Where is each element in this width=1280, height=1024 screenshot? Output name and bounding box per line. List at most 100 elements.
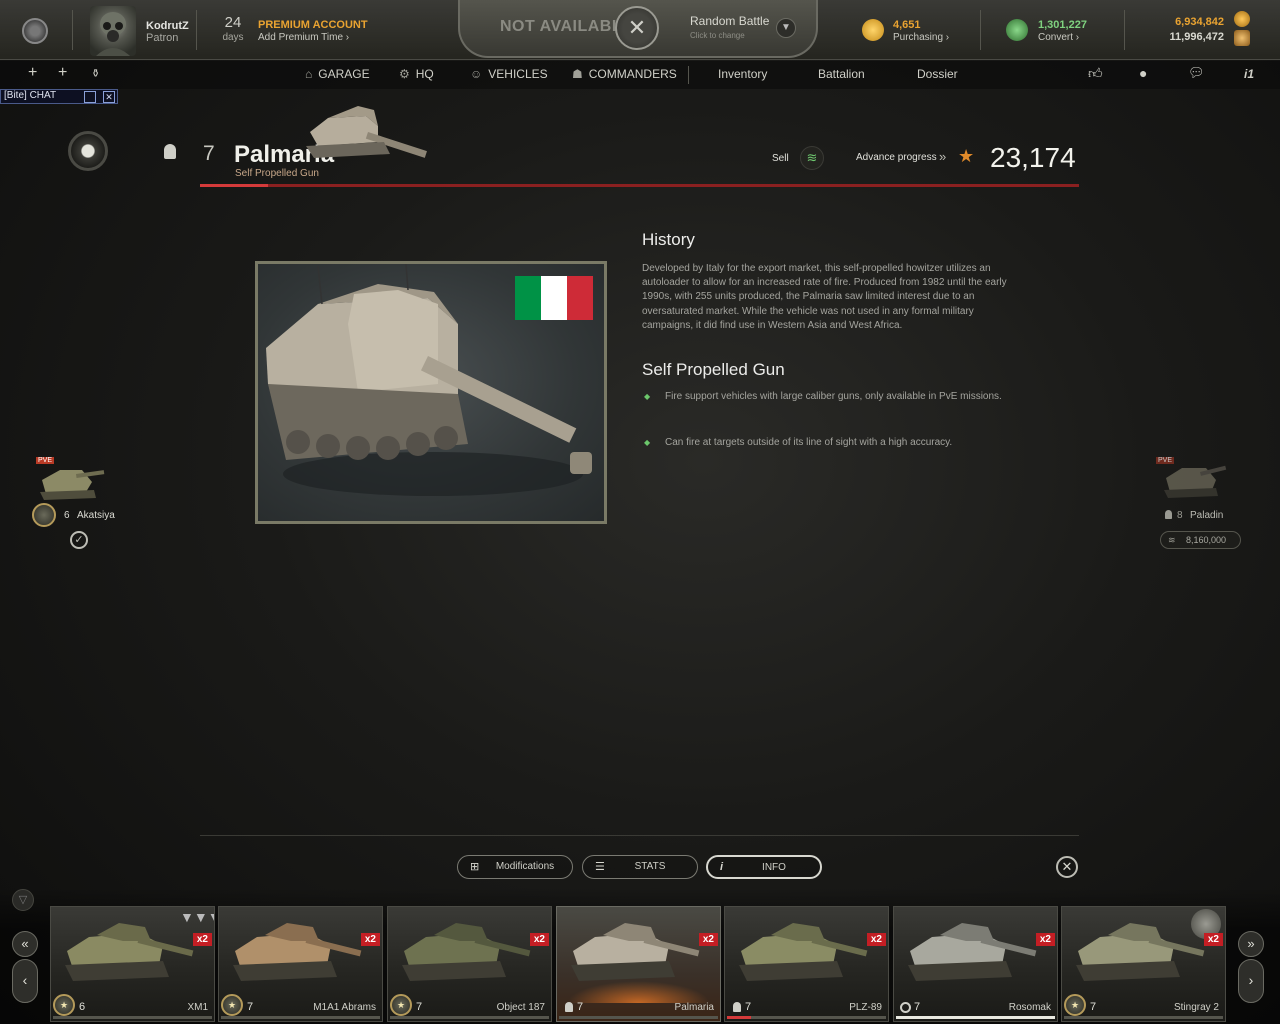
avatar[interactable] bbox=[90, 6, 136, 56]
divider bbox=[688, 66, 689, 84]
advance-progress-label[interactable]: Advance progress bbox=[856, 152, 937, 163]
thumbs-up-icon[interactable]: 👍︎ bbox=[1088, 65, 1103, 82]
vehicle-image-frame bbox=[255, 261, 607, 524]
vehicle-card-object-187[interactable]: x2 ★ 7 Object 187 bbox=[387, 906, 552, 1022]
sell-credits-icon[interactable]: ≋ bbox=[800, 146, 824, 170]
tab-stats[interactable]: ☰ STATS bbox=[582, 855, 698, 879]
nav-commanders-label: COMMANDERS bbox=[588, 67, 677, 81]
vehicle-card-tier: 7 bbox=[1090, 1001, 1097, 1013]
vehicle-card-xm1[interactable]: ▼▼▼ x2 ★ 6 XM1 bbox=[50, 906, 215, 1022]
prev-vehicle[interactable]: PVE bbox=[36, 456, 106, 504]
add-icon[interactable]: + bbox=[58, 64, 67, 82]
x2-bonus-badge: x2 bbox=[192, 933, 212, 946]
scroll-left-icon[interactable]: ‹ bbox=[12, 959, 38, 1003]
vehicle-card-progress-bar bbox=[221, 1016, 380, 1019]
nav-battalion[interactable]: Battalion bbox=[818, 67, 865, 81]
nav-dossier[interactable]: Dossier bbox=[917, 67, 958, 81]
nav-vehicles[interactable]: ☺ VEHICLES bbox=[470, 67, 548, 81]
main-nav: + + ⚱ ⌂ GARAGE ⚙ HQ ☺ VEHICLES ☗ COMMANDERS … bbox=[0, 61, 1280, 89]
x2-bonus-badge: x2 bbox=[866, 933, 886, 946]
nav-inventory[interactable]: Inventory bbox=[718, 67, 767, 81]
nav-garage[interactable]: ⌂ GARAGE bbox=[305, 67, 370, 81]
rank-badge-icon: ★ bbox=[221, 994, 243, 1016]
next-vehicle-price[interactable]: ≋ 8,160,000 bbox=[1160, 531, 1241, 549]
vehicle-card-tier: 7 bbox=[914, 1001, 921, 1013]
bullet-diamond-icon: ◆ bbox=[644, 438, 651, 447]
battle-mode[interactable]: Random Battle bbox=[690, 14, 769, 28]
vehicle-card-rosomak[interactable]: x2 7 Rosomak bbox=[893, 906, 1058, 1022]
next-vehicle-name: Paladin bbox=[1190, 510, 1224, 521]
commanders-icon: ☗ bbox=[572, 67, 583, 81]
nation-emblem-icon bbox=[68, 131, 108, 171]
next-vehicle[interactable]: PVE bbox=[1156, 456, 1228, 504]
vehicle-card-name: XM1 bbox=[187, 1002, 208, 1013]
divider bbox=[1124, 10, 1125, 50]
tab-modifications[interactable]: ⊞ Modifications bbox=[457, 855, 573, 879]
profile-icon[interactable]: ● bbox=[1139, 65, 1147, 81]
divider bbox=[200, 835, 1079, 836]
vehicle-card-name: PLZ-89 bbox=[849, 1002, 882, 1013]
nav-commanders[interactable]: ☗ COMMANDERS bbox=[572, 67, 677, 81]
sell-label[interactable]: Sell bbox=[772, 153, 789, 164]
experience-icon bbox=[1234, 11, 1250, 27]
convert-link[interactable]: Convert › bbox=[1038, 32, 1079, 43]
vehicle-card-image bbox=[233, 923, 362, 981]
free-experience-value: 11,996,472 bbox=[1169, 31, 1224, 43]
vehicle-card-palmaria[interactable]: x2 7 Palmaria bbox=[556, 906, 721, 1022]
next-vehicle-price-value: 8,160,000 bbox=[1186, 535, 1227, 545]
hq-icon: ⚙ bbox=[399, 67, 410, 81]
credits-value: 1,301,227 bbox=[1038, 19, 1087, 31]
top-bar: KodrutZ Patron 24 days PREMIUM ACCOUNT A… bbox=[0, 0, 1280, 60]
vehicle-card-plz-89[interactable]: x2 7 PLZ-89 bbox=[724, 906, 889, 1022]
vehicle-card-progress-fill bbox=[727, 1016, 751, 1019]
star-icon: ★ bbox=[958, 146, 975, 166]
chat-bubbles-icon[interactable]: 💬︎ bbox=[1188, 65, 1205, 81]
close-icon[interactable]: ✕ bbox=[103, 91, 115, 103]
settings-gear-icon[interactable] bbox=[22, 18, 48, 44]
scroll-last-icon[interactable]: » bbox=[1238, 931, 1264, 957]
battle-crossed-swords-icon[interactable]: ✕ bbox=[615, 6, 659, 50]
advance-progress-value: 23,174 bbox=[990, 142, 1076, 173]
vehicle-card-progress-bar bbox=[896, 1016, 1055, 1019]
vehicle-card-image bbox=[402, 923, 531, 981]
chat-label: [Bite] CHAT bbox=[4, 90, 57, 101]
maximize-icon[interactable] bbox=[84, 91, 96, 103]
premium-account-title: PREMIUM ACCOUNT bbox=[258, 19, 368, 31]
filter-icon[interactable]: ▽ bbox=[12, 889, 34, 911]
tab-info-label: INFO bbox=[762, 862, 786, 873]
progress-bar bbox=[200, 184, 1079, 187]
vehicle-thumbnail-image bbox=[306, 106, 427, 158]
vehicle-card-progress-bar bbox=[390, 1016, 549, 1019]
vehicle-card-tier: 7 bbox=[577, 1001, 584, 1013]
vehicle-card-m1a1-abrams[interactable]: x2 ★ 7 M1A1 Abrams bbox=[218, 906, 383, 1022]
close-icon[interactable]: ✕ bbox=[1056, 856, 1078, 878]
nav-hq[interactable]: ⚙ HQ bbox=[399, 67, 434, 81]
tab-info[interactable]: i INFO bbox=[706, 855, 822, 879]
add-premium-link[interactable]: Add Premium Time › bbox=[258, 32, 349, 43]
vehicle-card-progress-bar bbox=[559, 1016, 718, 1019]
scroll-right-icon[interactable]: › bbox=[1238, 959, 1264, 1003]
chevron-down-icon[interactable]: ▼ bbox=[776, 18, 796, 38]
vehicle-card-tier: 7 bbox=[247, 1001, 254, 1013]
nav-hq-label: HQ bbox=[415, 67, 434, 81]
info-notifications-icon[interactable]: i1 bbox=[1244, 67, 1254, 81]
battle-panel[interactable]: NOT AVAILABLE ✕ Random Battle Click to c… bbox=[458, 0, 818, 58]
purchasing-link[interactable]: Purchasing › bbox=[893, 32, 949, 43]
tab-modifications-label: Modifications bbox=[495, 861, 555, 872]
bottle-icon[interactable]: ⚱ bbox=[91, 67, 100, 80]
vehicle-card-tier: 7 bbox=[745, 1001, 752, 1013]
gold-coins-icon bbox=[862, 19, 884, 41]
vehicle-card-name: Stingray 2 bbox=[1173, 1002, 1219, 1013]
next-vehicle-tier: 8 bbox=[1177, 510, 1183, 521]
rank-badge-icon bbox=[32, 503, 56, 527]
gold-value: 4,651 bbox=[893, 19, 921, 31]
add-icon[interactable]: + bbox=[28, 64, 37, 82]
chat-window[interactable]: [Bite] CHAT ✕ bbox=[0, 89, 118, 104]
nav-garage-label: GARAGE bbox=[318, 67, 370, 81]
vehicle-card-image bbox=[1076, 923, 1205, 981]
premium-days: 24 bbox=[224, 14, 242, 31]
vehicle-card-stingray-2[interactable]: x2 ★ 7 Stingray 2 bbox=[1061, 906, 1226, 1022]
vehicle-card-progress-bar bbox=[1064, 1016, 1223, 1019]
pve-badge: PVE bbox=[36, 457, 55, 464]
scroll-first-icon[interactable]: « bbox=[12, 931, 38, 957]
